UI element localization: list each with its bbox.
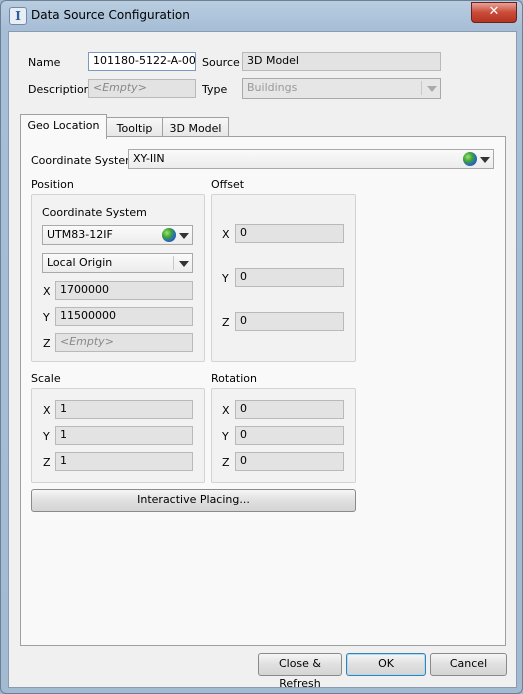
rotation-x-input[interactable]: 0 bbox=[235, 400, 344, 419]
rotation-y-input[interactable]: 0 bbox=[235, 426, 344, 445]
rotation-z-input[interactable]: 0 bbox=[235, 452, 344, 471]
scale-y-input[interactable]: 1 bbox=[55, 426, 193, 445]
scale-z-input[interactable]: 1 bbox=[55, 452, 193, 471]
title-bar[interactable]: I Data Source Configuration ✕ bbox=[1, 1, 522, 31]
offset-y-label: Y bbox=[222, 272, 229, 285]
chevron-down-icon bbox=[480, 157, 490, 163]
offset-z-input[interactable]: 0 bbox=[235, 312, 344, 331]
window-title: Data Source Configuration bbox=[31, 8, 190, 22]
scale-x-input[interactable]: 1 bbox=[55, 400, 193, 419]
dropdown-separator bbox=[173, 256, 174, 270]
chevron-down-icon bbox=[179, 233, 189, 239]
coordinate-system-label: Coordinate System bbox=[31, 154, 136, 167]
cancel-button[interactable]: Cancel bbox=[430, 653, 507, 676]
ok-button[interactable]: OK bbox=[346, 653, 426, 676]
dialog-window: I Data Source Configuration ✕ Name 10118… bbox=[0, 0, 523, 694]
interactive-placing-button[interactable]: Interactive Placing... bbox=[31, 489, 356, 512]
position-y-input[interactable]: 11500000 bbox=[55, 307, 193, 326]
chevron-down-icon bbox=[179, 261, 189, 267]
scale-y-label: Y bbox=[43, 430, 50, 443]
rotation-heading: Rotation bbox=[211, 372, 258, 385]
description-label: Description bbox=[28, 83, 91, 96]
type-label: Type bbox=[202, 83, 228, 96]
position-y-label: Y bbox=[43, 311, 50, 324]
position-x-input[interactable]: 1700000 bbox=[55, 281, 193, 300]
close-button[interactable]: ✕ bbox=[471, 2, 517, 23]
source-field: 3D Model bbox=[242, 52, 441, 71]
position-x-label: X bbox=[43, 285, 51, 298]
offset-x-input[interactable]: 0 bbox=[235, 224, 344, 243]
name-label: Name bbox=[28, 56, 61, 69]
close-icon: ✕ bbox=[488, 4, 500, 19]
rotation-x-label: X bbox=[222, 404, 230, 417]
name-input[interactable]: 101180-5122-A-001 bbox=[88, 52, 196, 71]
offset-x-label: X bbox=[222, 228, 230, 241]
type-value: Buildings bbox=[247, 81, 298, 94]
offset-z-label: Z bbox=[222, 316, 230, 329]
offset-heading: Offset bbox=[211, 178, 245, 191]
scale-x-label: X bbox=[43, 404, 51, 417]
position-z-label: Z bbox=[43, 337, 51, 350]
type-dropdown: Buildings bbox=[242, 78, 441, 99]
description-input[interactable]: <Empty> bbox=[88, 79, 196, 98]
globe-icon bbox=[162, 228, 176, 242]
chevron-down-icon bbox=[427, 86, 437, 92]
tab-geo-location[interactable]: Geo Location bbox=[20, 114, 107, 139]
coordinate-system-value: XY-IIN bbox=[133, 152, 165, 165]
dropdown-separator bbox=[421, 81, 422, 95]
rotation-y-label: Y bbox=[222, 430, 229, 443]
origin-dropdown[interactable]: Local Origin bbox=[42, 253, 193, 273]
position-coordinate-system-label: Coordinate System bbox=[42, 206, 147, 219]
globe-icon bbox=[463, 152, 477, 166]
source-label: Source bbox=[202, 56, 240, 69]
scale-z-label: Z bbox=[43, 456, 51, 469]
position-coordinate-system-dropdown[interactable]: UTM83-12IF bbox=[42, 225, 193, 245]
app-icon: I bbox=[9, 7, 27, 25]
offset-y-input[interactable]: 0 bbox=[235, 268, 344, 287]
position-coordinate-system-value: UTM83-12IF bbox=[47, 228, 113, 241]
position-z-input[interactable]: <Empty> bbox=[55, 333, 193, 352]
coordinate-system-dropdown[interactable]: XY-IIN bbox=[128, 149, 494, 169]
position-heading: Position bbox=[31, 178, 74, 191]
rotation-z-label: Z bbox=[222, 456, 230, 469]
close-refresh-button[interactable]: Close & Refresh bbox=[258, 653, 342, 690]
origin-value: Local Origin bbox=[47, 256, 113, 269]
scale-heading: Scale bbox=[31, 372, 61, 385]
